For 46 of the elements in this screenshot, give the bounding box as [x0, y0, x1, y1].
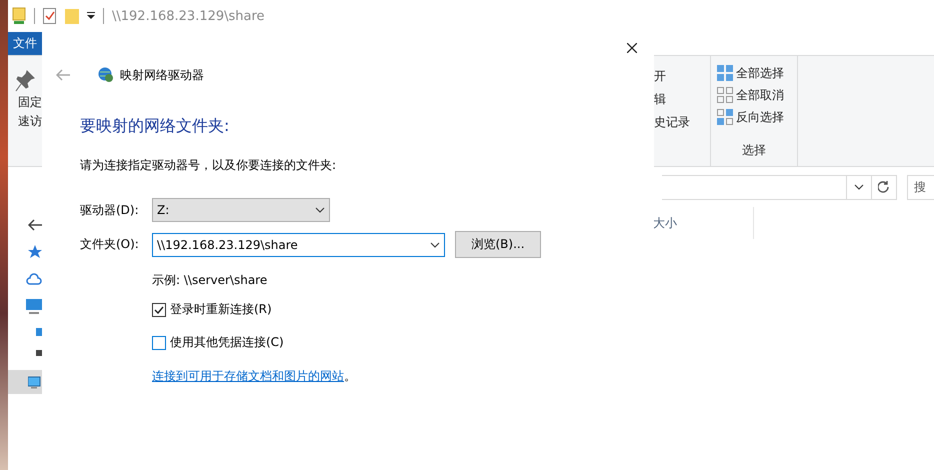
instruction-text: 请为连接指定驱动器号，以及你要连接的文件夹: [80, 157, 338, 174]
ribbon-item[interactable]: 史记录 [654, 114, 710, 131]
dialog-title: 映射网络驱动器 [120, 66, 204, 84]
search-field[interactable]: 搜 [907, 174, 934, 200]
network-drive-icon [98, 67, 114, 83]
checklist-icon[interactable] [43, 8, 57, 24]
select-all-icon [717, 65, 733, 81]
pin-icon[interactable] [15, 70, 35, 92]
properties-icon[interactable] [12, 7, 26, 25]
back-arrow-icon[interactable] [28, 219, 42, 231]
select-none-icon [717, 87, 733, 103]
ribbon-item[interactable]: 全部选择 [717, 62, 791, 84]
drive-dropdown[interactable]: Z: [152, 198, 330, 222]
group-label: 选择 [741, 142, 767, 159]
checkbox[interactable] [152, 302, 166, 316]
folder-field[interactable]: \\192.168.23.129\share [152, 232, 445, 256]
link-sentence: 连接到可用于存储文档和图片的网站。 [152, 368, 356, 385]
dialog-heading: 要映射的网络文件夹: [80, 116, 230, 137]
ribbon-item[interactable]: 全部取消 [717, 84, 791, 106]
field-label: 驱动器(D): [80, 202, 140, 218]
refresh-icon [878, 180, 890, 194]
dropdown-icon[interactable] [87, 12, 95, 20]
chevron-down-icon[interactable] [430, 242, 440, 248]
ribbon-item[interactable]: 辑 [654, 91, 710, 108]
chevron-down-icon[interactable] [315, 207, 325, 213]
network-icon [28, 375, 42, 389]
star-icon[interactable] [28, 245, 42, 259]
website-link[interactable]: 连接到可用于存储文档和图片的网站 [152, 369, 344, 383]
checkbox[interactable] [152, 336, 166, 350]
monitor-icon[interactable] [26, 299, 42, 314]
nav-item[interactable] [8, 370, 42, 394]
invert-selection-icon [717, 109, 733, 125]
example-text: 示例: \\server\share [152, 272, 268, 289]
window-title: \\192.168.23.129\share [112, 8, 265, 24]
chevron-down-icon[interactable] [854, 184, 864, 190]
ribbon-item[interactable]: 开 [654, 68, 710, 85]
cloud-icon[interactable] [26, 273, 42, 285]
checkbox-label[interactable]: 使用其他凭据连接(C) [170, 334, 284, 351]
field-label: 文件夹(O): [80, 236, 140, 253]
file-tab[interactable]: 文件 [8, 32, 42, 55]
close-icon [627, 42, 637, 52]
browse-button[interactable]: 浏览(B)... [455, 231, 541, 258]
ribbon-item[interactable]: 反向选择 [717, 106, 791, 128]
ribbon-label: 固定 [17, 94, 42, 111]
checkbox-label[interactable]: 登录时重新连接(R) [170, 301, 272, 318]
ribbon-label: 速访 [17, 113, 42, 130]
